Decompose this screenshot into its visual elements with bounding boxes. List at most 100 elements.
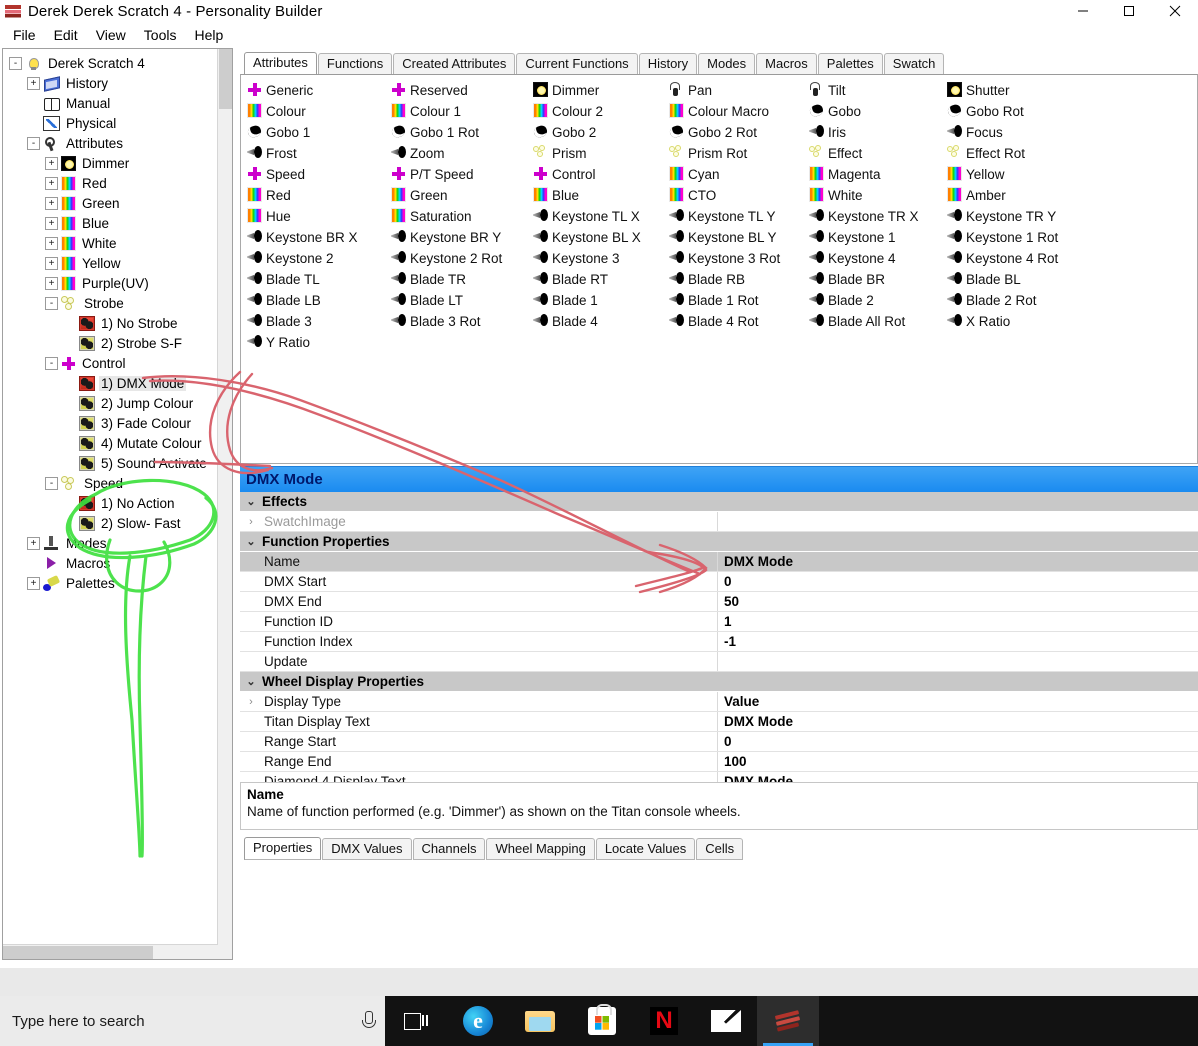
tree-item-2-slow-fast[interactable]: 2) Slow- Fast — [5, 513, 218, 533]
bottom-tab-channels[interactable]: Channels — [412, 838, 486, 860]
tree-item-manual[interactable]: Manual — [5, 93, 218, 113]
expand-icon[interactable]: + — [27, 576, 40, 590]
tab-history[interactable]: History — [638, 53, 698, 74]
attribute-item-white[interactable]: White — [809, 184, 959, 205]
attribute-item-blade-tr[interactable]: Blade TR — [391, 268, 541, 289]
attribute-item-keystone-2-rot[interactable]: Keystone 2 Rot — [391, 247, 541, 268]
tree-item-speed[interactable]: - Speed — [5, 473, 218, 493]
tab-modes[interactable]: Modes — [698, 53, 756, 74]
property-row[interactable]: DMX Start 0 — [240, 572, 1198, 592]
attribute-item-blade-lt[interactable]: Blade LT — [391, 289, 541, 310]
attribute-item-blade-3[interactable]: Blade 3 — [247, 310, 397, 331]
fixture-tree-panel[interactable]: - Derek Scratch 4 + History Manual Physical - A… — [2, 48, 233, 960]
expand-icon[interactable]: › — [240, 696, 262, 708]
tree-item-attributes[interactable]: - Attributes — [5, 133, 218, 153]
tree-item-purple-uv[interactable]: + Purple(UV) — [5, 273, 218, 293]
attribute-item-keystone-tl-y[interactable]: Keystone TL Y — [669, 205, 819, 226]
attribute-item-blade-2[interactable]: Blade 2 — [809, 289, 959, 310]
tree-item-white[interactable]: + White — [5, 233, 218, 253]
attribute-item-reserved[interactable]: Reserved — [391, 79, 541, 100]
attribute-item-keystone-2[interactable]: Keystone 2 — [247, 247, 397, 268]
attribute-item-colour-1[interactable]: Colour 1 — [391, 100, 541, 121]
attribute-item-x-ratio[interactable]: X Ratio — [947, 310, 1097, 331]
tree-item-macros[interactable]: Macros — [5, 553, 218, 573]
collapse-icon[interactable]: - — [45, 476, 58, 490]
attribute-item-colour-2[interactable]: Colour 2 — [533, 100, 683, 121]
attribute-item-blade-4-rot[interactable]: Blade 4 Rot — [669, 310, 819, 331]
bottom-tab-locate-values[interactable]: Locate Values — [595, 838, 696, 860]
attribute-item-blade-1[interactable]: Blade 1 — [533, 289, 683, 310]
attribute-item-saturation[interactable]: Saturation — [391, 205, 541, 226]
tab-attributes[interactable]: Attributes — [244, 52, 317, 74]
expand-icon[interactable]: + — [45, 256, 58, 270]
minimize-button[interactable] — [1060, 0, 1106, 22]
mail-icon[interactable] — [695, 996, 757, 1046]
property-row[interactable]: Update — [240, 652, 1198, 672]
attribute-item-blade-3-rot[interactable]: Blade 3 Rot — [391, 310, 541, 331]
menu-item-view[interactable]: View — [87, 25, 135, 45]
tree-item-blue[interactable]: + Blue — [5, 213, 218, 233]
attribute-item-blade-bl[interactable]: Blade BL — [947, 268, 1097, 289]
property-row[interactable]: › SwatchImage — [240, 512, 1198, 532]
collapse-icon[interactable]: - — [45, 356, 58, 370]
bottom-tab-dmx-values[interactable]: DMX Values — [322, 838, 412, 860]
property-row[interactable]: Range End 100 — [240, 752, 1198, 772]
attribute-item-keystone-br-x[interactable]: Keystone BR X — [247, 226, 397, 247]
tree-item-modes[interactable]: + Modes — [5, 533, 218, 553]
tab-current-functions[interactable]: Current Functions — [516, 53, 638, 74]
attribute-item-keystone-4[interactable]: Keystone 4 — [809, 247, 959, 268]
property-value-cell[interactable]: 0 — [718, 572, 1198, 591]
property-row[interactable]: Function Index -1 — [240, 632, 1198, 652]
tree-item-dimmer[interactable]: + Dimmer — [5, 153, 218, 173]
tree-item-green[interactable]: + Green — [5, 193, 218, 213]
attribute-item-dimmer[interactable]: Dimmer — [533, 79, 683, 100]
tree-item-history[interactable]: + History — [5, 73, 218, 93]
attribute-item-shutter[interactable]: Shutter — [947, 79, 1097, 100]
scrollbar-thumb[interactable] — [3, 946, 153, 959]
property-row[interactable]: Name DMX Mode — [240, 552, 1198, 572]
tree-item-control[interactable]: - Control — [5, 353, 218, 373]
menu-item-tools[interactable]: Tools — [135, 25, 186, 45]
attribute-item-pan[interactable]: Pan — [669, 79, 819, 100]
attribute-item-frost[interactable]: Frost — [247, 142, 397, 163]
attribute-item-keystone-1[interactable]: Keystone 1 — [809, 226, 959, 247]
attribute-item-cyan[interactable]: Cyan — [669, 163, 819, 184]
attribute-item-prism-rot[interactable]: Prism Rot — [669, 142, 819, 163]
tree-item-red[interactable]: + Red — [5, 173, 218, 193]
bottom-tab-wheel-mapping[interactable]: Wheel Mapping — [486, 838, 595, 860]
property-value-cell[interactable]: Value — [718, 692, 1198, 711]
property-value-cell[interactable]: -1 — [718, 632, 1198, 651]
task-view-icon[interactable] — [385, 996, 447, 1046]
personality-builder-taskbar-icon[interactable] — [757, 996, 819, 1046]
collapse-icon[interactable]: - — [45, 296, 58, 310]
attribute-item-gobo-1-rot[interactable]: Gobo 1 Rot — [391, 121, 541, 142]
attribute-item-gobo[interactable]: Gobo — [809, 100, 959, 121]
attribute-item-blade-4[interactable]: Blade 4 — [533, 310, 683, 331]
attribute-item-blade-1-rot[interactable]: Blade 1 Rot — [669, 289, 819, 310]
property-value-cell[interactable]: DMX Mode — [718, 712, 1198, 731]
attribute-item-speed[interactable]: Speed — [247, 163, 397, 184]
attribute-item-zoom[interactable]: Zoom — [391, 142, 541, 163]
property-row[interactable]: › Display Type Value — [240, 692, 1198, 712]
attribute-item-blue[interactable]: Blue — [533, 184, 683, 205]
attribute-item-keystone-br-y[interactable]: Keystone BR Y — [391, 226, 541, 247]
taskbar-search-box[interactable]: Type here to search — [0, 996, 385, 1046]
chevron-down-icon[interactable]: ⌄ — [240, 495, 262, 508]
attribute-item-amber[interactable]: Amber — [947, 184, 1097, 205]
tree-item-1-no-action[interactable]: 1) No Action — [5, 493, 218, 513]
menu-item-file[interactable]: File — [4, 25, 45, 45]
tab-functions[interactable]: Functions — [317, 53, 393, 74]
attribute-item-keystone-tr-y[interactable]: Keystone TR Y — [947, 205, 1097, 226]
attribute-item-keystone-tl-x[interactable]: Keystone TL X — [533, 205, 683, 226]
tree-vertical-scrollbar[interactable] — [217, 49, 232, 959]
attribute-item-colour[interactable]: Colour — [247, 100, 397, 121]
expand-icon[interactable]: + — [27, 76, 40, 90]
attribute-item-control[interactable]: Control — [533, 163, 683, 184]
expand-icon[interactable]: + — [45, 276, 58, 290]
attribute-item-generic[interactable]: Generic — [247, 79, 397, 100]
tab-swatch[interactable]: Swatch — [883, 53, 945, 74]
tree-item-2-strobe-s-f[interactable]: 2) Strobe S-F — [5, 333, 218, 353]
attribute-item-keystone-bl-y[interactable]: Keystone BL Y — [669, 226, 819, 247]
microsoft-store-icon[interactable] — [571, 996, 633, 1046]
tab-palettes[interactable]: Palettes — [817, 53, 883, 74]
